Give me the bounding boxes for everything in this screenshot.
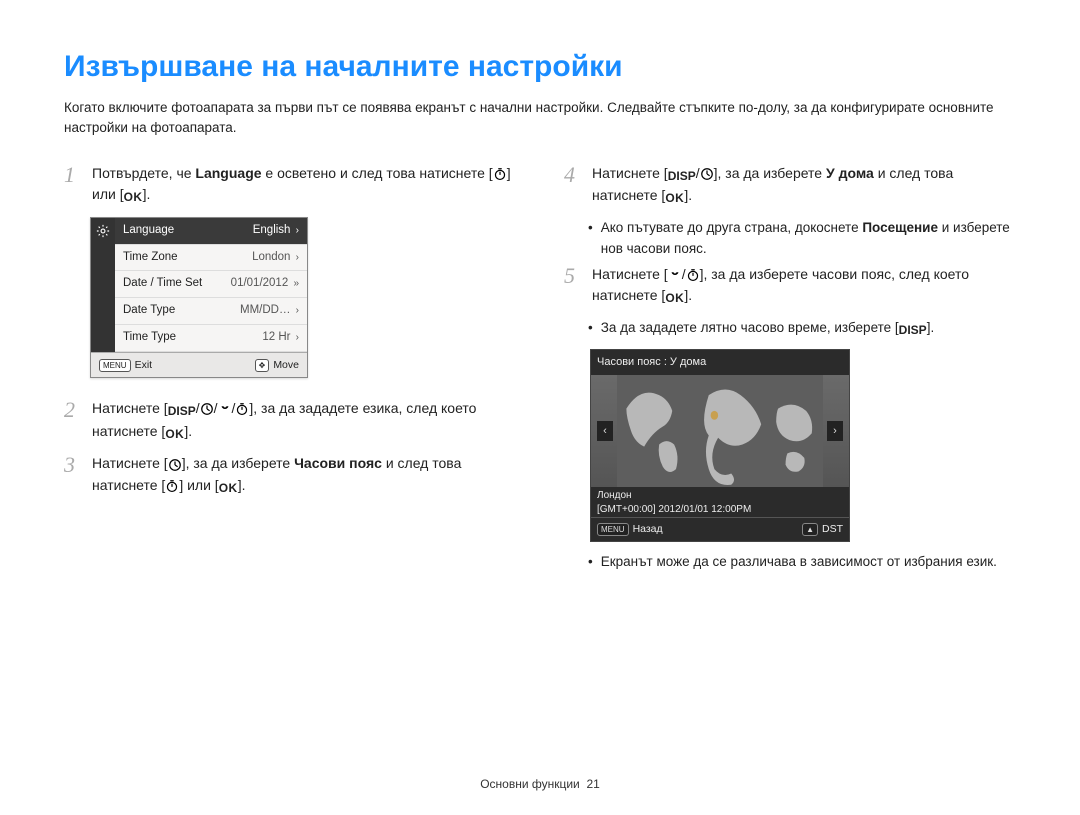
menu-row-value: 01/01/2012 » [231,275,299,293]
bold-home: У дома [826,165,874,181]
menu-row-label: Language [123,222,174,240]
clock-icon [168,458,182,472]
map-footer-dst: ▲DST [802,521,843,537]
menu-row-label: Date Type [123,302,175,320]
text: ] или [ [179,477,218,493]
step-2: 2 Натиснете [DISP///], за да зададете ез… [64,398,516,443]
text: Натиснете [ [92,400,168,416]
text: Натиснете [ [592,165,668,181]
text: ]. [184,423,192,439]
step-4: 4 Натиснете [DISP/], за да изберете У до… [564,163,1016,208]
timer-icon [686,268,700,282]
step-5: 5 Натиснете [/], за да изберете часови п… [564,264,1016,308]
menu-row-label: Time Zone [123,249,178,267]
bold-timezone: Часови пояс [294,455,382,471]
page-title: Извършване на началните настройки [64,50,1016,84]
ok-key: OK [665,289,684,308]
text: ], за да изберете [714,165,826,181]
menu-footer-move: ✥Move [255,357,299,373]
timer-icon [165,479,179,493]
text: ]. [927,320,935,335]
footer-page: 21 [586,777,599,791]
step-5-bullet-2: Екранът може да се различава в зависимос… [588,552,1016,573]
up-pill-icon: ▲ [802,523,818,536]
text: ]. [143,186,151,202]
world-map-icon [617,375,823,487]
ok-key: OK [219,479,238,498]
ok-key: OK [665,189,684,208]
bold-visit: Посещение [862,220,938,235]
disp-key: DISP [168,402,196,421]
clock-icon [700,167,714,181]
menu-row-value: London › [252,249,299,267]
menu-pill-icon: MENU [597,523,629,536]
text: ]. [684,287,692,303]
ok-key: OK [165,425,184,444]
map-gmt: [GMT+00:00] 2012/01/01 12:00PM [597,503,843,517]
text: ]. [684,187,692,203]
menu-row[interactable]: Time Zone London › [115,245,307,272]
text: е осветено и след това натиснете [ [262,165,493,181]
step-1: 1 Потвърдете, че Language е осветено и с… [64,163,516,207]
text: Натиснете [ [592,266,668,282]
timer-icon [235,402,249,416]
text: Натиснете [ [92,455,168,471]
menu-pill-icon: MENU [99,359,131,372]
step-number: 3 [64,453,82,497]
map-footer-back: MENUНазад [597,521,663,537]
nav-pill-icon: ✥ [255,359,270,372]
menu-row[interactable]: Date / Time Set 01/01/2012 » [115,271,307,298]
text: ]. [238,477,246,493]
menu-row-value: 12 Hr › [262,329,299,347]
menu-row-label: Date / Time Set [123,275,202,293]
menu-footer-exit: MENUExit [99,357,152,373]
text: ], за да изберете [182,455,294,471]
text: За да зададете лятно часово време, избер… [601,320,899,335]
menu-row-value: English › [253,222,299,240]
gear-icon [96,224,110,238]
clock-icon [200,402,214,416]
macro-icon [668,268,682,282]
map-next-button[interactable]: › [827,421,843,441]
page-footer: Основни функции 21 [0,777,1080,791]
bold-language: Language [195,165,261,181]
map-title: Часови пояс : У дома [591,350,849,375]
step-number: 2 [64,398,82,443]
menu-row[interactable]: Date Type MM/DD… › [115,298,307,325]
map-city: Лондон [597,489,843,503]
ok-key: OK [124,188,143,207]
disp-key: DISP [668,167,696,186]
timer-icon [493,167,507,181]
text: Ако пътувате до друга страна, докоснете [601,220,863,235]
step-3: 3 Натиснете [ ], за да изберете Часови по… [64,453,516,497]
text: Потвърдете, че [92,165,195,181]
step-number: 5 [564,264,582,308]
menu-row[interactable]: Language English › [115,218,307,245]
menu-tab-gear [91,218,115,352]
menu-row-value: MM/DD… › [240,302,299,320]
left-column: 1 Потвърдете, че Language е осветено и с… [64,163,516,577]
step-4-bullet: Ако пътувате до друга страна, докоснете … [588,218,1016,260]
text: Екранът може да се различава в зависимос… [601,552,997,573]
disp-key: DISP [899,321,927,340]
step-number: 1 [64,163,82,207]
step-5-bullet-1: За да зададете лятно часово време, избер… [588,318,1016,340]
menu-row[interactable]: Time Type 12 Hr › [115,325,307,352]
map-prev-button[interactable]: ‹ [597,421,613,441]
intro-paragraph: Когато включите фотоапарата за първи път… [64,98,1016,139]
right-column: 4 Натиснете [DISP/], за да изберете У до… [564,163,1016,577]
footer-label: Основни функции [480,777,580,791]
macro-icon [218,402,232,416]
timezone-map: Часови пояс : У дома ‹ [590,349,850,541]
menu-row-label: Time Type [123,329,176,347]
settings-menu: Language English › Time Zone London › Date /… [90,217,308,378]
step-number: 4 [564,163,582,208]
